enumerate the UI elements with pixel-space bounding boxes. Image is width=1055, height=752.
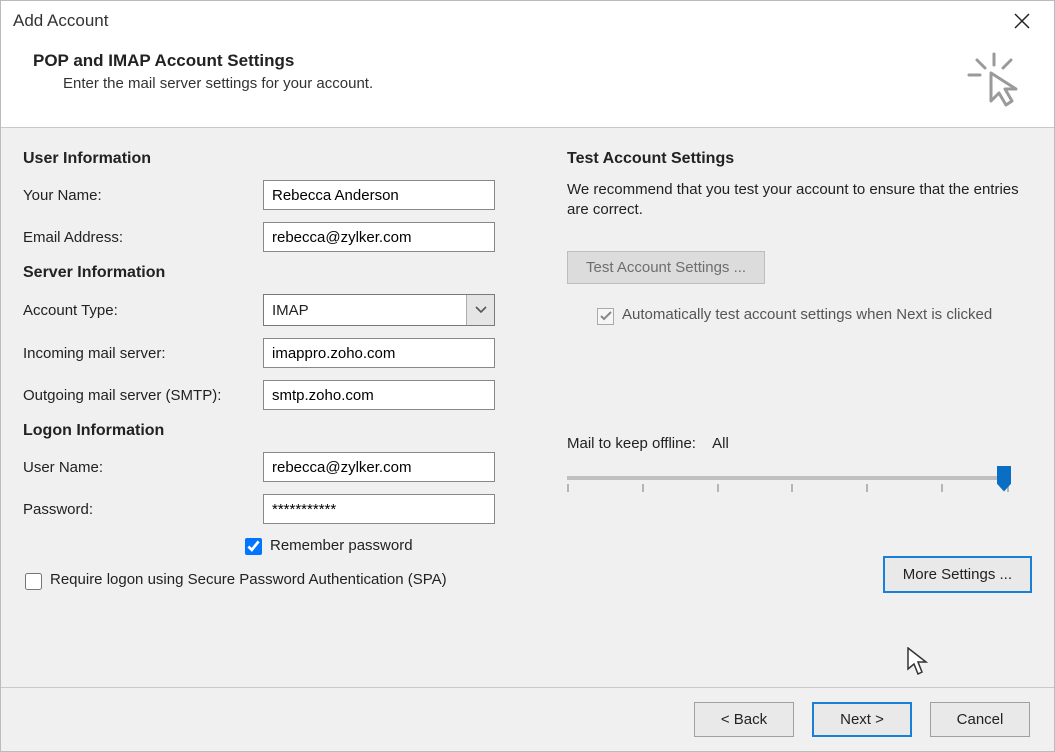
incoming-label: Incoming mail server: [23, 345, 263, 362]
password-label: Password: [23, 501, 263, 518]
more-settings-button[interactable]: More Settings ... [883, 556, 1032, 593]
account-type-value: IMAP [272, 302, 309, 319]
next-button[interactable]: Next > [812, 702, 912, 737]
your-name-input[interactable] [263, 180, 495, 210]
server-info-title: Server Information [23, 264, 503, 282]
mail-offline-value: All [712, 435, 729, 452]
window-title: Add Account [13, 11, 108, 31]
logon-info-title: Logon Information [23, 422, 503, 440]
remember-password-label: Remember password [270, 537, 413, 554]
account-type-select[interactable]: IMAP [263, 294, 495, 326]
close-icon[interactable] [1002, 7, 1042, 35]
page-heading: POP and IMAP Account Settings [33, 51, 373, 71]
cancel-button[interactable]: Cancel [930, 702, 1030, 737]
incoming-server-input[interactable] [263, 338, 495, 368]
user-name-label: User Name: [23, 459, 263, 476]
chevron-down-icon[interactable] [466, 295, 494, 325]
your-name-label: Your Name: [23, 187, 263, 204]
require-spa-checkbox[interactable] [25, 573, 42, 590]
cursor-star-icon [966, 51, 1030, 111]
account-type-label: Account Type: [23, 302, 263, 319]
mail-offline-label: Mail to keep offline: [567, 435, 696, 452]
require-spa-label: Require logon using Secure Password Auth… [50, 571, 447, 588]
back-button[interactable]: < Back [694, 702, 794, 737]
email-input[interactable] [263, 222, 495, 252]
page-subtitle: Enter the mail server settings for your … [63, 75, 373, 92]
test-recommend-text: We recommend that you test your account … [567, 180, 1027, 221]
user-name-input[interactable] [263, 452, 495, 482]
user-info-title: User Information [23, 150, 503, 168]
outgoing-server-input[interactable] [263, 380, 495, 410]
password-input[interactable] [263, 494, 495, 524]
email-label: Email Address: [23, 229, 263, 246]
auto-test-checkbox[interactable] [597, 308, 614, 325]
test-settings-title: Test Account Settings [567, 150, 1032, 168]
mail-offline-slider[interactable] [567, 468, 1007, 508]
remember-password-checkbox[interactable] [245, 538, 262, 555]
test-account-settings-button[interactable]: Test Account Settings ... [567, 251, 765, 284]
outgoing-label: Outgoing mail server (SMTP): [23, 387, 263, 404]
auto-test-label: Automatically test account settings when… [622, 306, 992, 323]
